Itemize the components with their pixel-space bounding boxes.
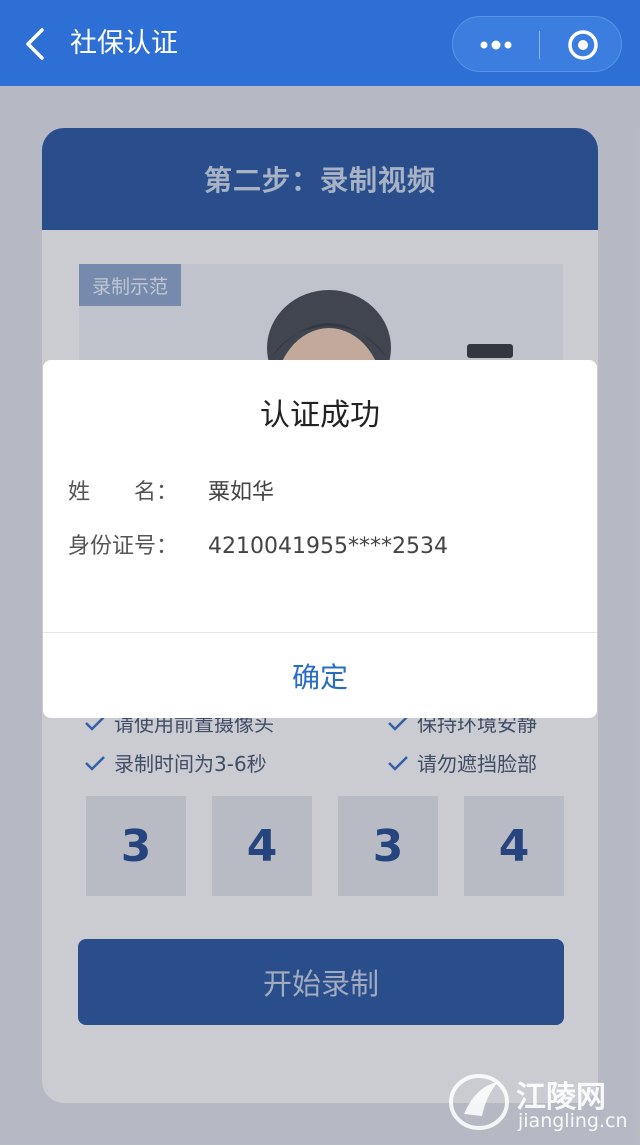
- more-dots-icon: [480, 40, 512, 50]
- watermark-logo-icon: [449, 1074, 509, 1130]
- target-icon: [568, 30, 598, 60]
- id-value: 4210041955****2534: [208, 534, 448, 559]
- more-button[interactable]: [453, 17, 539, 73]
- dialog-title: 认证成功: [260, 398, 380, 433]
- page-title: 社保认证: [70, 28, 178, 59]
- confirm-button[interactable]: 确定: [43, 633, 597, 718]
- capsule-divider: [539, 31, 540, 59]
- mini-program-capsule: [452, 16, 622, 72]
- back-button[interactable]: [18, 24, 54, 64]
- success-dialog: 认证成功 姓 名： 粟如华 身份证号： 4210041955****2534 确定: [43, 360, 597, 718]
- nav-bar: 社保认证: [0, 0, 640, 86]
- close-miniprogram-button[interactable]: [543, 17, 623, 73]
- id-label: 身份证号：: [68, 534, 179, 559]
- name-row: 姓 名： 粟如华: [68, 474, 274, 506]
- chevron-left-icon: [26, 28, 44, 60]
- site-watermark: 江陵网 jiangling.cn: [446, 1062, 636, 1142]
- id-row: 身份证号： 4210041955****2534: [68, 528, 448, 560]
- name-label: 姓 名：: [68, 480, 179, 505]
- watermark-url: jiangling.cn: [518, 1110, 628, 1132]
- name-value: 粟如华: [208, 480, 275, 505]
